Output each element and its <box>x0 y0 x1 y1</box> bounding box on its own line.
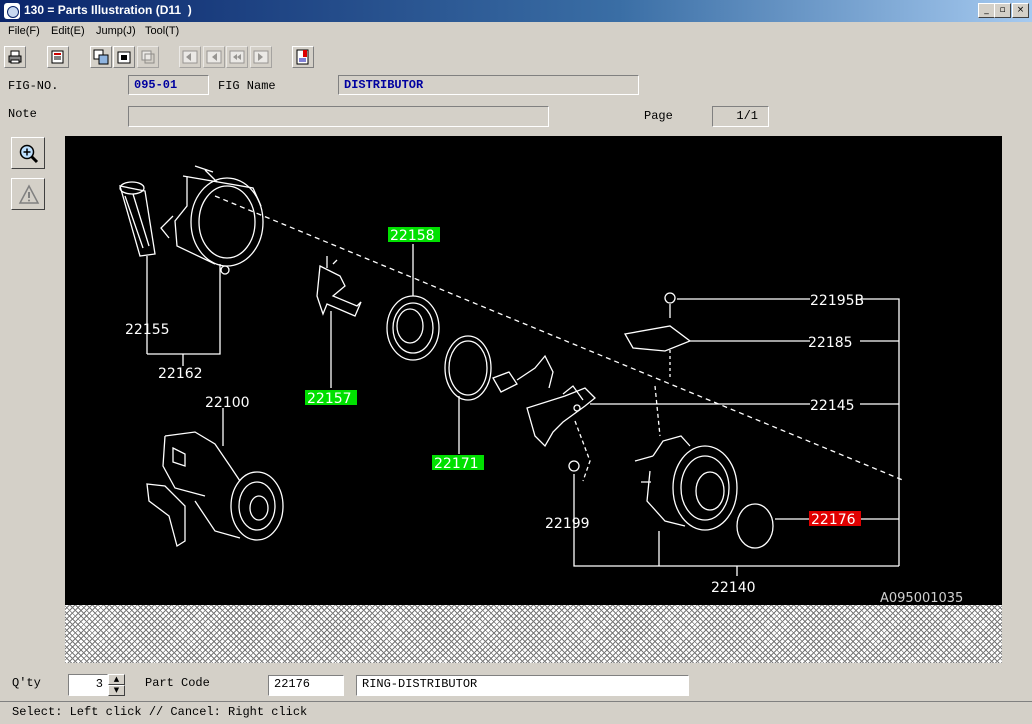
menu-file[interactable]: File(F) <box>8 25 40 37</box>
qty-spinner[interactable]: ▲ ▼ <box>108 674 125 696</box>
app-icon[interactable] <box>4 3 20 19</box>
part-22185-drawing <box>623 325 810 380</box>
copy-illustration-button[interactable] <box>90 46 112 68</box>
note-field[interactable] <box>128 106 549 127</box>
qty-field[interactable]: 3 <box>68 674 108 696</box>
illustration-id: A095001035 <box>880 591 964 606</box>
book-button[interactable] <box>47 46 69 68</box>
restore-button[interactable]: ▫ <box>994 3 1011 18</box>
fig-next-button[interactable] <box>250 46 272 68</box>
paste-illustration-button[interactable] <box>113 46 135 68</box>
paste-illustration-icon <box>117 51 131 64</box>
callout-22195b[interactable]: 22195B <box>810 293 864 309</box>
part-22157-drawing <box>316 256 362 388</box>
close-button[interactable]: × <box>1012 3 1029 18</box>
fig-no-label: FIG-NO. <box>8 79 59 93</box>
layer-icon <box>141 50 155 64</box>
status-text: Select: Left click // Cancel: Right clic… <box>12 705 308 719</box>
menu-edit[interactable]: Edit(E) <box>51 25 85 37</box>
page-label: Page <box>644 109 673 123</box>
part-22145-drawing <box>492 354 810 448</box>
part-code-label: Part Code <box>145 676 210 690</box>
callout-22140[interactable]: 22140 <box>711 580 756 596</box>
warning-icon <box>18 184 40 204</box>
callout-22171[interactable]: 22171 <box>434 456 479 472</box>
fig-name-field[interactable]: DISTRIBUTOR <box>338 75 639 95</box>
fig-first-button[interactable] <box>179 46 201 68</box>
fig-back-icon <box>229 50 245 64</box>
menu-bar: File(F) Edit(E) Jump(J) Tool(T) <box>0 22 1032 40</box>
distributor-exploded-diagram: 22155 22162 22100 22158 22157 22171 2219… <box>119 165 906 596</box>
fig-prev-icon <box>206 50 222 64</box>
copy-illustration-icon <box>93 49 109 65</box>
part-22100-drawing <box>146 408 284 548</box>
fig-next-icon <box>253 50 269 64</box>
fig-first-icon <box>182 50 198 64</box>
part-code-field[interactable]: 22176 <box>268 675 344 696</box>
bookmark-button[interactable] <box>292 46 314 68</box>
status-bar: Select: Left click // Cancel: Right clic… <box>0 701 1032 724</box>
print-button[interactable] <box>4 46 26 68</box>
menu-tool[interactable]: Tool(T) <box>145 25 179 37</box>
callout-22157[interactable]: 22157 <box>307 391 352 407</box>
callout-22185[interactable]: 22185 <box>808 335 853 351</box>
callout-22176[interactable]: 22176 <box>811 512 856 528</box>
print-icon <box>8 50 22 64</box>
qty-label: Q'ty <box>12 676 41 690</box>
callout-22155[interactable]: 22155 <box>125 322 170 338</box>
layer-button[interactable] <box>137 46 159 68</box>
fig-name-label: FIG Name <box>218 79 276 93</box>
page-field: 1/1 <box>712 106 769 127</box>
qty-down-icon[interactable]: ▼ <box>108 685 125 696</box>
toolbar <box>0 42 1032 72</box>
minimize-button[interactable]: _ <box>978 3 995 18</box>
fig-prev-button[interactable] <box>203 46 225 68</box>
hatched-scroll-area <box>65 605 1002 663</box>
warning-button[interactable] <box>11 178 45 210</box>
part-22140-drawing <box>634 435 738 566</box>
menu-jump[interactable]: Jump(J) <box>96 25 136 37</box>
zoom-in-button[interactable] <box>11 137 45 169</box>
window-title: 130 = Parts Illustration (D11 ) <box>24 3 192 17</box>
note-label: Note <box>8 107 37 121</box>
part-22176-drawing <box>736 503 810 549</box>
callout-22145[interactable]: 22145 <box>810 398 855 414</box>
part-22158-drawing <box>386 244 440 361</box>
callout-22158[interactable]: 22158 <box>390 228 435 244</box>
part-22171-drawing <box>444 335 492 454</box>
bookmark-icon <box>296 49 309 65</box>
book-icon <box>51 50 64 64</box>
callout-22199[interactable]: 22199 <box>545 516 590 532</box>
callout-22162[interactable]: 22162 <box>158 366 203 382</box>
qty-up-icon[interactable]: ▲ <box>108 674 125 685</box>
part-22195b-drawing <box>664 292 810 318</box>
part-name-field: RING-DISTRIBUTOR <box>356 675 689 696</box>
callout-22100[interactable]: 22100 <box>205 395 250 411</box>
fig-no-field[interactable]: 095-01 <box>128 75 209 95</box>
fig-back-button[interactable] <box>226 46 248 68</box>
illustration-canvas[interactable]: 22155 22162 22100 22158 22157 22171 2219… <box>65 136 1002 605</box>
title-bar: 130 = Parts Illustration (D11 ) _ ▫ × <box>0 0 1032 22</box>
zoom-in-icon <box>19 144 39 164</box>
